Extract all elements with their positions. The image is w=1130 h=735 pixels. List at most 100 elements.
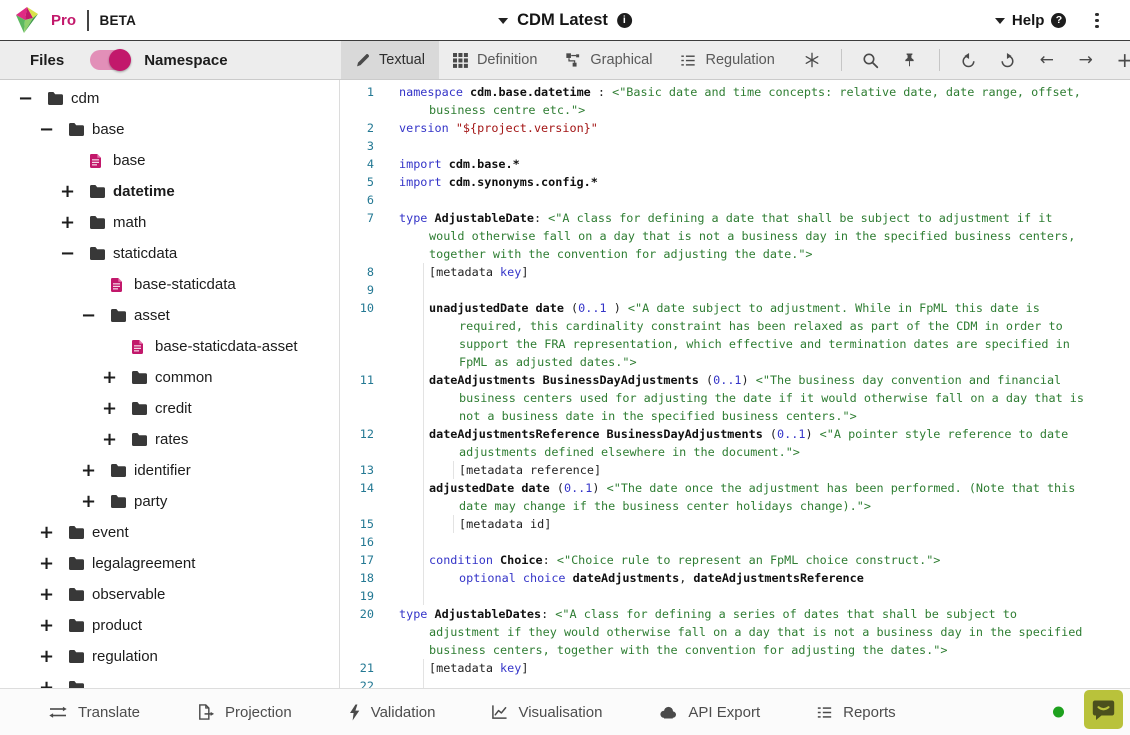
code-line[interactable]: 10unadjustedDate date (0..1 ) <"A date s… bbox=[340, 299, 1130, 317]
tree-item-rates[interactable]: +rates bbox=[0, 424, 339, 455]
expand-icon[interactable]: + bbox=[81, 462, 110, 480]
arrow-right-button[interactable]: → bbox=[1076, 47, 1096, 73]
collapse-icon[interactable]: − bbox=[60, 245, 89, 263]
tree-item-common[interactable]: +common bbox=[0, 362, 339, 393]
tree-item-asset[interactable]: −asset bbox=[0, 300, 339, 331]
code-line[interactable]: 1namespace cdm.base.datetime : <"Basic d… bbox=[340, 83, 1130, 101]
code-line[interactable]: 15[metadata id] bbox=[340, 515, 1130, 533]
files-namespace-toggle[interactable] bbox=[90, 50, 130, 70]
pin-button[interactable] bbox=[900, 47, 920, 73]
expand-icon[interactable]: + bbox=[39, 617, 68, 635]
code-line[interactable]: 2version "${project.version}" bbox=[340, 119, 1130, 137]
undo-button[interactable] bbox=[959, 47, 979, 73]
search-icon bbox=[862, 52, 879, 69]
tree-item-observable[interactable]: +observable bbox=[0, 579, 339, 610]
code-line-wrap[interactable]: business centre etc."> bbox=[340, 101, 1130, 119]
tree-item-staticdata[interactable]: −staticdata bbox=[0, 238, 339, 269]
code-line[interactable]: 12dateAdjustmentsReference BusinessDayAd… bbox=[340, 425, 1130, 443]
tree-item-datetime[interactable]: +datetime bbox=[0, 176, 339, 207]
tree-item-product[interactable]: +product bbox=[0, 610, 339, 641]
code-line-wrap[interactable]: FpML as adjusted dates."> bbox=[340, 353, 1130, 371]
code-line-wrap[interactable]: adjustment if they would otherwise fall … bbox=[340, 623, 1130, 641]
search-button[interactable] bbox=[861, 47, 881, 73]
code-line-wrap[interactable]: required, this cardinality constraint ha… bbox=[340, 317, 1130, 335]
expand-icon[interactable]: + bbox=[81, 493, 110, 511]
expand-icon[interactable]: + bbox=[60, 183, 89, 201]
code-line-wrap[interactable]: adjustments defined elsewhere in the doc… bbox=[340, 443, 1130, 461]
redo-button[interactable] bbox=[998, 47, 1018, 73]
code-line[interactable]: 16 bbox=[340, 533, 1130, 551]
code-line-wrap[interactable]: together with the convention for adjusti… bbox=[340, 245, 1130, 263]
plus-button[interactable]: + bbox=[1115, 47, 1130, 73]
code-line[interactable]: 17condition Choice: <"Choice rule to rep… bbox=[340, 551, 1130, 569]
code-content bbox=[399, 587, 436, 605]
tree-item-base[interactable]: base bbox=[0, 145, 339, 176]
code-line[interactable]: 5import cdm.synonyms.config.* bbox=[340, 173, 1130, 191]
code-line[interactable]: 20type AdjustableDates: <"A class for de… bbox=[340, 605, 1130, 623]
code-line[interactable]: 21[metadata key] bbox=[340, 659, 1130, 677]
info-icon[interactable]: i bbox=[617, 13, 632, 28]
collapse-icon[interactable]: − bbox=[18, 90, 47, 108]
tab-textual[interactable]: Textual bbox=[341, 41, 439, 79]
code-editor[interactable]: 1namespace cdm.base.datetime : <"Basic d… bbox=[340, 80, 1130, 688]
code-line[interactable]: 8[metadata key] bbox=[340, 263, 1130, 281]
expand-icon[interactable]: + bbox=[39, 648, 68, 666]
tree-item-event[interactable]: +event bbox=[0, 517, 339, 548]
expand-icon[interactable]: + bbox=[60, 214, 89, 232]
panel-api-export[interactable]: API Export bbox=[658, 704, 760, 721]
panel-visualisation[interactable]: Visualisation bbox=[491, 704, 602, 721]
line-number: 8 bbox=[340, 265, 374, 279]
help-menu[interactable]: Help ? bbox=[995, 12, 1067, 29]
tree-item-cdm[interactable]: −cdm bbox=[0, 83, 339, 114]
code-line[interactable]: 18optional choice dateAdjustments, dateA… bbox=[340, 569, 1130, 587]
code-line[interactable]: 3 bbox=[340, 137, 1130, 155]
code-line-wrap[interactable]: would otherwise fall on a day that is no… bbox=[340, 227, 1130, 245]
kebab-menu-icon[interactable] bbox=[1092, 10, 1102, 32]
collapse-icon[interactable]: − bbox=[81, 307, 110, 325]
expand-icon[interactable]: + bbox=[102, 369, 131, 387]
code-line[interactable]: 9 bbox=[340, 281, 1130, 299]
code-line[interactable]: 4import cdm.base.* bbox=[340, 155, 1130, 173]
expand-icon[interactable]: + bbox=[39, 555, 68, 573]
code-line[interactable]: 6 bbox=[340, 191, 1130, 209]
tab-definition[interactable]: Definition bbox=[439, 41, 551, 79]
code-line[interactable]: 14adjustedDate date (0..1) <"The date on… bbox=[340, 479, 1130, 497]
tree-item-base-staticdata-asset[interactable]: base-staticdata-asset bbox=[0, 331, 339, 362]
tree-item-regulation[interactable]: +regulation bbox=[0, 641, 339, 672]
arrow-left-button[interactable]: ← bbox=[1037, 47, 1057, 73]
expand-icon[interactable]: + bbox=[39, 679, 68, 689]
panel-reports[interactable]: Reports bbox=[816, 704, 896, 721]
code-line-wrap[interactable]: business centers used for adjusting the … bbox=[340, 389, 1130, 407]
code-line-wrap[interactable]: date may change if the business center h… bbox=[340, 497, 1130, 515]
tree-item-legalagreement[interactable]: +legalagreement bbox=[0, 548, 339, 579]
tree-item-identifier[interactable]: +identifier bbox=[0, 455, 339, 486]
code-line-wrap[interactable]: business centers, together with the conv… bbox=[340, 641, 1130, 659]
code-line[interactable]: 13[metadata reference] bbox=[340, 461, 1130, 479]
expand-icon[interactable]: + bbox=[102, 400, 131, 418]
tree-item-base-staticdata[interactable]: base-staticdata bbox=[0, 269, 339, 300]
expand-icon[interactable]: + bbox=[39, 524, 68, 542]
tab-label: Graphical bbox=[590, 52, 652, 68]
asterisk-button[interactable] bbox=[802, 47, 822, 73]
workspace-selector[interactable]: CDM Latest i bbox=[498, 0, 632, 41]
tab-regulation[interactable]: Regulation bbox=[666, 41, 788, 79]
tree-item-party[interactable]: +party bbox=[0, 486, 339, 517]
tree-item-base[interactable]: −base bbox=[0, 114, 339, 145]
code-line[interactable]: 11dateAdjustments BusinessDayAdjustments… bbox=[340, 371, 1130, 389]
code-line[interactable]: 7type AdjustableDate: <"A class for defi… bbox=[340, 209, 1130, 227]
tree-item-math[interactable]: +math bbox=[0, 207, 339, 238]
panel-translate[interactable]: Translate bbox=[48, 704, 140, 721]
code-line-wrap[interactable]: not a business date in the specified bus… bbox=[340, 407, 1130, 425]
expand-icon[interactable]: + bbox=[102, 431, 131, 449]
tree-item[interactable]: + bbox=[0, 672, 339, 688]
tree-item-credit[interactable]: +credit bbox=[0, 393, 339, 424]
panel-validation[interactable]: Validation bbox=[348, 704, 436, 721]
expand-icon[interactable]: + bbox=[39, 586, 68, 604]
intercom-chat-button[interactable] bbox=[1084, 690, 1123, 729]
tab-graphical[interactable]: Graphical bbox=[551, 41, 666, 79]
code-line[interactable]: 22 bbox=[340, 677, 1130, 688]
code-line-wrap[interactable]: support the FRA representation, which ef… bbox=[340, 335, 1130, 353]
panel-projection[interactable]: Projection bbox=[196, 703, 292, 721]
collapse-icon[interactable]: − bbox=[39, 121, 68, 139]
code-line[interactable]: 19 bbox=[340, 587, 1130, 605]
